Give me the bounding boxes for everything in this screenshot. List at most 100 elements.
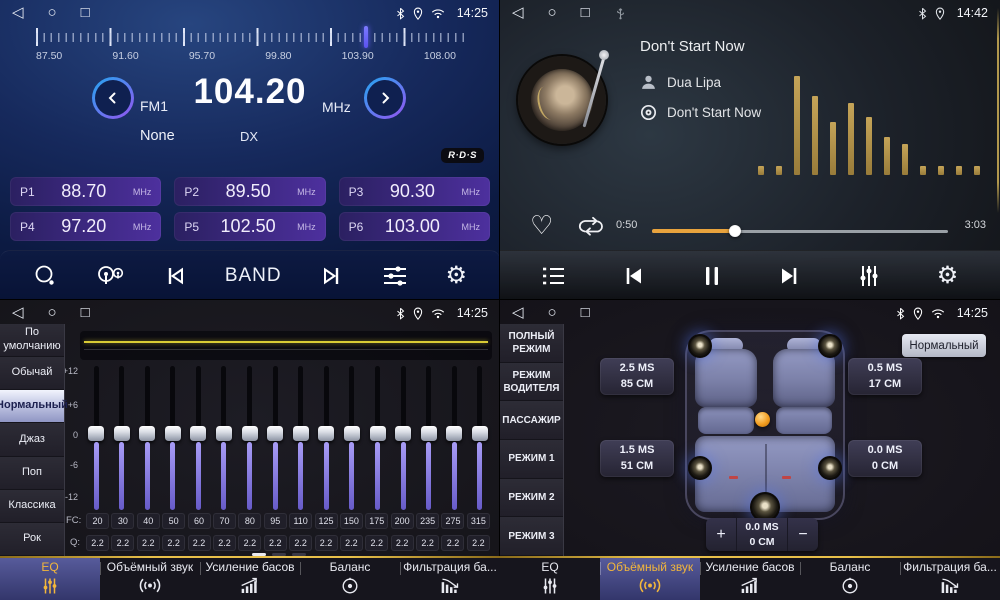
recents-icon[interactable]: □ xyxy=(81,300,90,326)
tab-surround[interactable]: Объёмный звук xyxy=(100,558,200,600)
slider-knob[interactable] xyxy=(293,426,309,441)
slider-knob[interactable] xyxy=(421,426,437,441)
home-icon[interactable]: ○ xyxy=(48,300,57,326)
mode-1[interactable]: РЕЖИМ 1 xyxy=(500,440,563,479)
eq-band-slider[interactable] xyxy=(368,364,388,512)
eq-preset-rock[interactable]: Рок xyxy=(0,523,64,556)
mode-passenger[interactable]: ПАССАЖИР xyxy=(500,401,563,440)
tuner-scale[interactable] xyxy=(12,28,488,48)
settings-button[interactable]: ⚙ xyxy=(441,260,471,292)
tab-surround[interactable]: Объёмный звук xyxy=(600,558,700,600)
eq-band-slider[interactable] xyxy=(342,364,362,512)
recents-icon[interactable]: □ xyxy=(581,0,590,26)
repeat-button[interactable] xyxy=(574,212,609,241)
preset-button[interactable]: P5102.50MHz xyxy=(174,212,325,241)
listening-position-marker[interactable] xyxy=(755,412,770,427)
pause-button[interactable] xyxy=(697,260,727,292)
home-icon[interactable]: ○ xyxy=(548,0,557,26)
preset-button[interactable]: P390.30MHz xyxy=(339,177,490,206)
recents-icon[interactable]: □ xyxy=(581,300,590,326)
band-button[interactable]: BAND xyxy=(221,261,286,291)
slider-knob[interactable] xyxy=(370,426,386,441)
slider-knob[interactable] xyxy=(318,426,334,441)
previous-button[interactable] xyxy=(159,260,191,292)
back-icon[interactable]: ◁ xyxy=(12,0,24,26)
preset-button[interactable]: P289.50MHz xyxy=(174,177,325,206)
delay-rear-left-button[interactable]: 1.5 MS51 CM xyxy=(600,440,674,477)
seek-up-button[interactable] xyxy=(364,77,406,119)
mode-3[interactable]: РЕЖИМ 3 xyxy=(500,517,563,556)
tab-balance[interactable]: Баланс xyxy=(300,558,400,600)
tab-balance[interactable]: Баланс xyxy=(800,558,900,600)
delay-front-right-button[interactable]: 0.5 MS17 CM xyxy=(848,358,922,395)
preset-button[interactable]: P188.70MHz xyxy=(10,177,161,206)
previous-track-button[interactable] xyxy=(617,260,649,292)
mode-2[interactable]: РЕЖИМ 2 xyxy=(500,479,563,518)
tab-filter[interactable]: Фильтрация ба... xyxy=(400,558,500,600)
tuner-pointer[interactable] xyxy=(364,26,368,48)
tab-filter[interactable]: Фильтрация ба... xyxy=(900,558,1000,600)
eq-band-slider[interactable] xyxy=(444,364,464,512)
eq-preset-normal[interactable]: Нормальный xyxy=(0,390,64,423)
slider-knob[interactable] xyxy=(242,426,258,441)
slider-knob[interactable] xyxy=(395,426,411,441)
back-icon[interactable]: ◁ xyxy=(512,300,524,326)
tune-settings-button[interactable] xyxy=(378,260,412,292)
eq-band-slider[interactable] xyxy=(265,364,285,512)
favorite-button[interactable]: ♡ xyxy=(526,208,557,242)
tab-eq[interactable]: EQ xyxy=(0,558,100,600)
progress-bar[interactable] xyxy=(652,225,948,237)
home-icon[interactable]: ○ xyxy=(548,300,557,326)
slider-knob[interactable] xyxy=(190,426,206,441)
eq-preset-pop[interactable]: Поп xyxy=(0,457,64,490)
slider-knob[interactable] xyxy=(88,426,104,441)
eq-band-slider[interactable] xyxy=(214,364,234,512)
recents-icon[interactable]: □ xyxy=(81,0,90,26)
eq-band-slider[interactable] xyxy=(316,364,336,512)
eq-preset-classic[interactable]: Классика xyxy=(0,490,64,523)
slider-knob[interactable] xyxy=(446,426,462,441)
mode-full[interactable]: ПОЛНЫЙ РЕЖИМ xyxy=(500,324,563,363)
mode-driver[interactable]: РЕЖИМ ВОДИТЕЛЯ xyxy=(500,363,563,402)
slider-knob[interactable] xyxy=(139,426,155,441)
settings-button[interactable]: ⚙ xyxy=(933,260,963,292)
eq-band-slider[interactable] xyxy=(470,364,490,512)
preset-button[interactable]: P6103.00MHz xyxy=(339,212,490,241)
increase-delay-button[interactable]: + xyxy=(706,518,736,551)
eq-band-slider[interactable] xyxy=(393,364,413,512)
back-icon[interactable]: ◁ xyxy=(512,0,524,26)
equalizer-button[interactable] xyxy=(853,260,885,292)
eq-band-slider[interactable] xyxy=(112,364,132,512)
eq-band-slider[interactable] xyxy=(86,364,106,512)
eq-preset-jazz[interactable]: Джаз xyxy=(0,423,64,456)
slider-knob[interactable] xyxy=(114,426,130,441)
slider-knob[interactable] xyxy=(165,426,181,441)
eq-band-slider[interactable] xyxy=(419,364,439,512)
eq-band-slider[interactable] xyxy=(137,364,157,512)
broadcast-button[interactable] xyxy=(91,260,129,292)
eq-band-slider[interactable] xyxy=(291,364,311,512)
tab-bass-boost[interactable]: Усиление басов xyxy=(200,558,300,600)
eq-band-slider[interactable] xyxy=(188,364,208,512)
tab-eq[interactable]: EQ xyxy=(500,558,600,600)
tab-bass-boost[interactable]: Усиление басов xyxy=(700,558,800,600)
delay-front-left-button[interactable]: 2.5 MS85 CM xyxy=(600,358,674,395)
preset-button[interactable]: P497.20MHz xyxy=(10,212,161,241)
next-button[interactable] xyxy=(316,260,348,292)
back-icon[interactable]: ◁ xyxy=(12,300,24,326)
slider-knob[interactable] xyxy=(344,426,360,441)
home-icon[interactable]: ○ xyxy=(48,0,57,26)
eq-preset-default[interactable]: По умолчанию xyxy=(0,324,64,357)
next-track-button[interactable] xyxy=(774,260,806,292)
eq-band-slider[interactable] xyxy=(240,364,260,512)
scan-button[interactable] xyxy=(29,260,61,292)
slider-knob[interactable] xyxy=(472,426,488,441)
profile-button[interactable]: Нормальный xyxy=(902,334,986,357)
eq-band-slider[interactable] xyxy=(163,364,183,512)
playlist-button[interactable] xyxy=(538,262,570,290)
slider-knob[interactable] xyxy=(216,426,232,441)
delay-rear-right-button[interactable]: 0.0 MS0 CM xyxy=(848,440,922,477)
eq-preset-custom[interactable]: Обычай xyxy=(0,357,64,390)
decrease-delay-button[interactable]: − xyxy=(788,518,818,551)
progress-knob[interactable] xyxy=(729,225,741,237)
